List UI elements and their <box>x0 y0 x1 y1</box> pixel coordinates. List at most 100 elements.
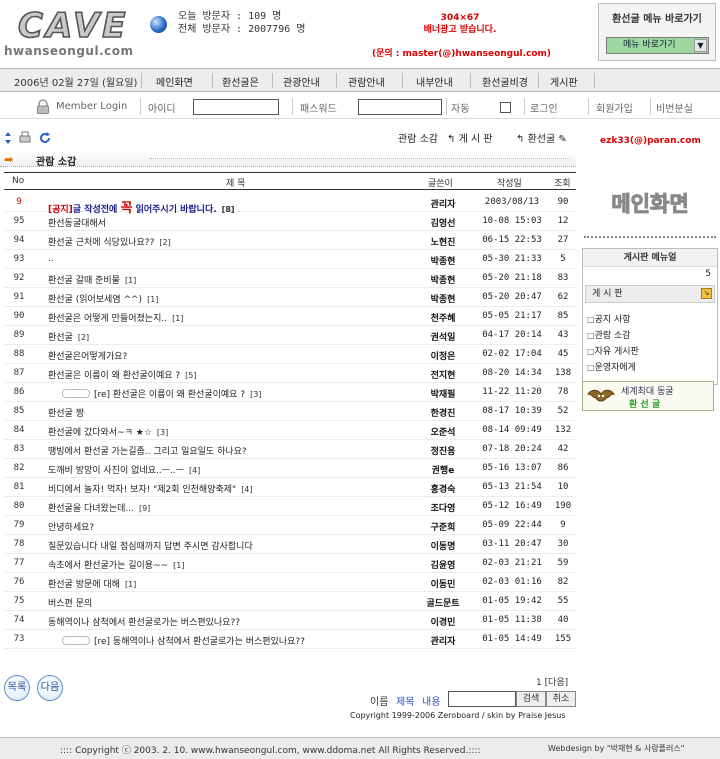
table-row[interactable]: 81 비디에서 놀자! 먹자! 보자! "제2회 인천해양축제" [4] 홍경숙 05-… <box>4 478 576 497</box>
ad-message: 배너광고 받습니다. <box>423 25 497 35</box>
cave-link[interactable]: ↰ 환선굴 ✎ <box>516 130 567 145</box>
list-button[interactable]: 목록 <box>4 675 30 701</box>
row-title[interactable]: 환선굴 방문에 대해 [1] <box>48 577 136 590</box>
search-name-option[interactable]: 이름 <box>370 693 388 708</box>
row-title[interactable]: 환선굴 [2] <box>48 330 89 343</box>
table-row[interactable]: 76 환선굴 방문에 대해 [1] 이동민 02-03 01:16 82 <box>4 573 576 592</box>
nav-item-main[interactable]: 메인화면 <box>156 74 193 89</box>
table-row[interactable]: 74 동해역이나 삼척에서 환선굴로가는 버스편있나요?? 이경민 01-05 11:… <box>4 611 576 630</box>
row-title[interactable]: 비디에서 놀자! 먹자! 보자! "제2회 인천해양축제" [4] <box>48 482 253 495</box>
lost-password-button[interactable]: 비번분실 <box>656 100 693 115</box>
reply-row[interactable]: 86 [re] 환선굴은 이름이 왜 환선굴이예요 ? [3] 박재필 11-22 11… <box>4 383 576 402</box>
board-link[interactable]: ↰ 게 시 판 <box>447 130 493 145</box>
row-title[interactable]: 환선굴에 갔다와서~ㅋ ★☆ [3] <box>48 425 168 438</box>
password-input[interactable] <box>358 99 442 115</box>
nav-item-about[interactable]: 환선굴은 <box>222 74 259 89</box>
row-title[interactable]: 질문있습니다 내일 점심때까지 답변 주시면 감사합니다 <box>48 539 258 552</box>
nav-item-tour[interactable]: 관광안내 <box>283 74 320 89</box>
reply-row[interactable]: 73 [re] 동해역이나 삼척에서 환선굴로가는 버스편있나요?? 관리자 01-0… <box>4 630 576 649</box>
row-author: 홍경숙 <box>430 485 456 495</box>
pagination[interactable]: 1 [다음] <box>536 675 568 688</box>
row-title[interactable]: 땡빙에서 환선굴 가는길좀.. 그리고 일요일도 하나요? <box>48 444 252 457</box>
menu-item-to-admin[interactable]: 운영자에게 <box>587 360 713 373</box>
table-row[interactable]: 85 환선굴 짱 한경진 08-17 10:39 52 <box>4 402 576 421</box>
nav-item-board[interactable]: 게시판 <box>550 74 578 89</box>
table-row[interactable]: 89 환선굴 [2] 권석일 04-17 20:14 43 <box>4 326 576 345</box>
menu-item-notice[interactable]: 공지 사항 <box>587 312 713 325</box>
row-title[interactable]: 속초에서 환선굴가는 길이용~~ [1] <box>48 558 185 571</box>
site-logo[interactable]: CAVE hwanseongul.com <box>4 5 144 62</box>
updown-arrow-icon[interactable] <box>4 131 12 145</box>
row-title-text: 환선굴 <box>48 333 73 343</box>
row-hits: 42 <box>557 444 569 454</box>
quick-menu-value: 메뉴 바로가기 <box>623 40 676 50</box>
print-icon[interactable] <box>18 131 32 145</box>
row-title-text: 속초에서 환선굴가는 길이용~~ <box>48 561 169 571</box>
row-hits: 5 <box>560 254 566 264</box>
cancel-button[interactable]: 취소 <box>546 691 576 707</box>
row-title[interactable]: 도깨비 방망이 사진이 없네요..ㅡ..ㅡ [4] <box>48 463 200 476</box>
search-input[interactable] <box>448 691 516 707</box>
board-tab[interactable]: 게 시 판 ↘ <box>585 285 715 303</box>
next-button[interactable]: 다음 <box>37 675 63 701</box>
table-row[interactable]: 77 속초에서 환선굴가는 길이용~~ [1] 김윤영 02-03 21:21 59 <box>4 554 576 573</box>
id-input[interactable] <box>193 99 279 115</box>
search-subject-option[interactable]: 제목 <box>396 693 414 708</box>
nav-divider <box>538 73 539 88</box>
search-content-option[interactable]: 내용 <box>422 693 440 708</box>
table-row[interactable]: 90 환선굴은 어떻게 만들어졌는지.. [1] 천주혜 05-05 21:17 85 <box>4 307 576 326</box>
table-row[interactable]: 83 땡빙에서 환선굴 가는길좀.. 그리고 일요일도 하나요? 정진용 07-18 … <box>4 440 576 459</box>
search-button[interactable]: 검색 <box>516 691 546 707</box>
table-row[interactable]: 88 환선굴은어떻게가요? 이정은 02-02 17:04 45 <box>4 345 576 364</box>
table-row[interactable]: 79 안녕하세요? 구준희 05-09 22:44 9 <box>4 516 576 535</box>
row-title[interactable]: 환선굴 갈때 준비물 [1] <box>48 273 136 286</box>
table-row[interactable]: 87 환선굴은 이름이 왜 환선굴이예요 ? [5] 전지현 08-20 14:34 13… <box>4 364 576 383</box>
row-title[interactable]: 환선동굴대해서 <box>48 216 111 229</box>
notice-row[interactable]: 9 [공지]글 작성전에 꼭 읽어주시기 바랍니다. [8] 관리자 2003/0… <box>4 193 576 216</box>
table-row[interactable]: 92 환선굴 갈때 준비물 [1] 박종현 05-20 21:18 83 <box>4 269 576 288</box>
row-no: 84 <box>13 425 25 435</box>
row-title[interactable]: [re] 환선굴은 이름이 왜 환선굴이예요 ? [3] <box>62 387 261 400</box>
refresh-icon[interactable] <box>38 131 52 145</box>
row-no: 93 <box>13 254 25 264</box>
nav-item-scenery[interactable]: 환선굴비경 <box>482 74 528 89</box>
chevron-down-icon[interactable]: ▼ <box>694 39 707 52</box>
table-row[interactable]: 75 버스편 문의 골드문트 01-05 19:42 55 <box>4 592 576 611</box>
table-row[interactable]: 84 환선굴에 갔다와서~ㅋ ★☆ [3] 오준석 08-14 09:49 132 <box>4 421 576 440</box>
table-row[interactable]: 91 환선굴 (읽어보세염 ^^) [1] 박종현 05-20 20:47 62 <box>4 288 576 307</box>
cave-banner[interactable]: 세계최대 동굴 환 선 굴 <box>582 381 714 411</box>
row-title[interactable]: 환선굴은 어떻게 만들어졌는지.. [1] <box>48 311 183 324</box>
nav-item-visit[interactable]: 관람안내 <box>348 74 385 89</box>
review-link[interactable]: 관람 소감 <box>398 130 438 145</box>
auto-login-checkbox[interactable] <box>500 102 511 113</box>
menu-item-free-board[interactable]: 자유 게시판 <box>587 344 713 357</box>
row-title[interactable]: 환선굴을 다녀왔는데... [9] <box>48 501 150 514</box>
row-title[interactable]: 안녕하세요? <box>48 520 99 533</box>
join-button[interactable]: 회원가입 <box>596 100 633 115</box>
comment-count: [5] <box>185 371 197 380</box>
row-title[interactable]: 환선굴은어떻게가요? <box>48 349 132 362</box>
table-row[interactable]: 78 질문있습니다 내일 점심때까지 답변 주시면 감사합니다 이동명 03-11 2… <box>4 535 576 554</box>
row-hits: 132 <box>554 425 572 435</box>
row-no: 90 <box>13 311 25 321</box>
login-button[interactable]: 로그인 <box>530 100 558 115</box>
row-title[interactable]: 환선굴 근처에 식당있나요?? [2] <box>48 235 171 248</box>
visit-total-value: 2007796 명 <box>248 24 306 35</box>
table-row[interactable]: 82 도깨비 방망이 사진이 없네요..ㅡ..ㅡ [4] 권행e 05-16 13:07… <box>4 459 576 478</box>
row-title[interactable]: .. <box>48 254 59 264</box>
row-title[interactable]: 환선굴은 이름이 왜 환선굴이예요 ? [5] <box>48 368 197 381</box>
table-row[interactable]: 95 환선동굴대해서 김영선 10-08 15:03 12 <box>4 212 576 231</box>
table-row[interactable]: 80 환선굴을 다녀왔는데... [9] 조다영 05-12 16:49 190 <box>4 497 576 516</box>
row-title[interactable]: [re] 동해역이나 삼척에서 환선굴로가는 버스편있나요?? <box>62 634 310 647</box>
table-row[interactable]: 94 환선굴 근처에 식당있나요?? [2] 노현진 06-15 22:53 27 <box>4 231 576 250</box>
row-title[interactable]: 환선굴 (읽어보세염 ^^) [1] <box>48 292 158 305</box>
row-title[interactable]: 동해역이나 삼척에서 환선굴로가는 버스편있나요?? <box>48 615 245 628</box>
row-date: 08-17 10:39 <box>482 406 542 416</box>
nav-item-inside[interactable]: 내부안내 <box>416 74 453 89</box>
menu-item-review[interactable]: 관람 소감 <box>587 328 713 341</box>
row-title[interactable]: 환선굴 짱 <box>48 406 89 419</box>
main-page-button[interactable]: 메인화면 <box>586 178 714 230</box>
table-row[interactable]: 93.. 박종현 05-30 21:33 5 <box>4 250 576 269</box>
row-title[interactable]: 버스편 문의 <box>48 596 97 609</box>
quick-menu-select[interactable]: 메뉴 바로가기 ▼ <box>606 37 709 54</box>
